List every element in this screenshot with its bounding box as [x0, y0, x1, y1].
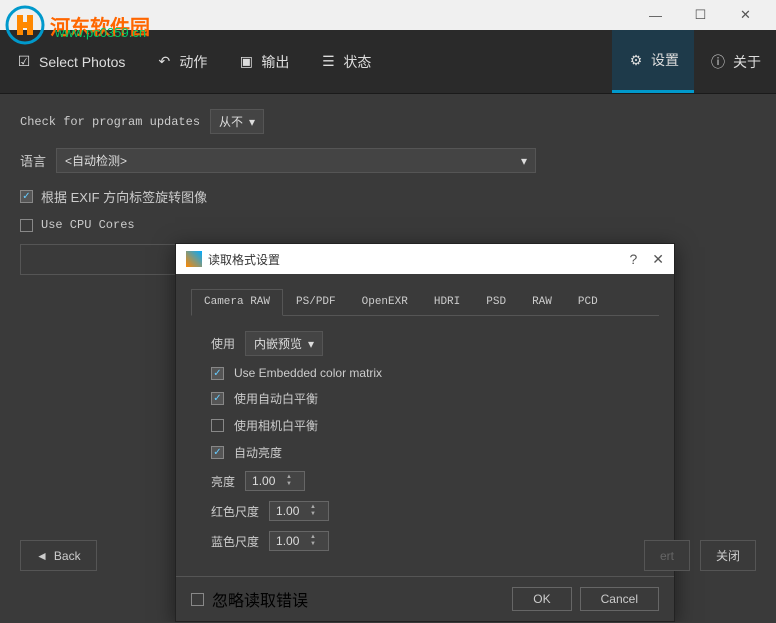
list-icon: ☰	[319, 53, 337, 71]
format-tabs: Camera RAW PS/PDF OpenEXR HDRI PSD RAW P…	[191, 289, 659, 316]
dialog-help-button[interactable]: ?	[629, 251, 637, 268]
tab-ps-pdf[interactable]: PS/PDF	[283, 289, 349, 315]
tab-label: 关于	[733, 52, 761, 72]
tab-hdri[interactable]: HDRI	[421, 289, 473, 315]
tab-camera-raw[interactable]: Camera RAW	[191, 289, 283, 316]
maximize-button[interactable]: ☐	[678, 0, 723, 30]
convert-button[interactable]: ert	[644, 540, 690, 571]
tab-status[interactable]: ☰ 状态	[304, 30, 386, 93]
gear-icon: ⚙	[627, 51, 645, 69]
close-app-button[interactable]: 关闭	[700, 540, 756, 571]
dialog-title: 读取格式设置	[208, 251, 280, 268]
undo-icon: ↶	[155, 53, 173, 71]
tab-label: 输出	[261, 52, 289, 72]
spinner-down-icon[interactable]: ▼	[286, 481, 298, 488]
rotate-exif-checkbox[interactable]	[20, 190, 33, 203]
spinner-value: 1.00	[276, 504, 299, 518]
ignore-errors-label: 忽略读取错误	[212, 587, 308, 611]
tab-pcd[interactable]: PCD	[565, 289, 611, 315]
bottom-bar: ◄ Back ert 关闭	[20, 540, 756, 571]
ok-button[interactable]: OK	[512, 587, 571, 611]
brightness-label: 亮度	[211, 473, 235, 490]
use-label: 使用	[211, 335, 235, 352]
chevron-down-icon: ▾	[308, 337, 314, 351]
rotate-exif-label: 根据 EXIF 方向标签旋转图像	[41, 187, 207, 206]
red-scale-spinner[interactable]: 1.00 ▲▼	[269, 501, 329, 521]
check-updates-dropdown[interactable]: 从不 ▾	[210, 109, 264, 134]
chevron-down-icon: ▾	[249, 115, 255, 129]
checkbox-icon: ☑	[15, 53, 33, 71]
tab-settings[interactable]: ⚙ 设置	[612, 30, 694, 93]
back-button[interactable]: ◄ Back	[20, 540, 97, 571]
spinner-value: 1.00	[252, 474, 275, 488]
arrow-left-icon: ◄	[36, 549, 48, 563]
cpu-cores-label: Use CPU Cores	[41, 218, 135, 232]
info-icon: ⓘ	[709, 53, 727, 71]
dropdown-value: 内嵌预览	[254, 335, 302, 352]
language-dropdown[interactable]: <自动检测> ▾	[56, 148, 536, 173]
language-label: 语言	[20, 151, 46, 170]
auto-wb-label: 使用自动白平衡	[234, 390, 318, 407]
ignore-errors-checkbox[interactable]	[191, 593, 204, 606]
tab-about[interactable]: ⓘ 关于	[694, 30, 776, 93]
embedded-color-checkbox[interactable]	[211, 367, 224, 380]
tab-select-photos[interactable]: ☑ Select Photos	[0, 30, 140, 93]
tab-label: 设置	[651, 50, 679, 70]
dialog-close-button[interactable]: ✕	[652, 251, 664, 268]
main-toolbar: ☑ Select Photos ↶ 动作 ▣ 输出 ☰ 状态 ⚙ 设置 ⓘ 关于	[0, 30, 776, 94]
cancel-button[interactable]: Cancel	[580, 587, 659, 611]
tab-label: 状态	[343, 52, 371, 72]
tab-action[interactable]: ↶ 动作	[140, 30, 222, 93]
use-dropdown[interactable]: 内嵌预览 ▾	[245, 331, 323, 356]
window-titlebar: — ☐ ✕	[0, 0, 776, 30]
spinner-down-icon[interactable]: ▼	[310, 511, 322, 518]
auto-brightness-label: 自动亮度	[234, 444, 282, 461]
dropdown-value: 从不	[219, 113, 243, 130]
arrow-right-icon: ▣	[237, 53, 255, 71]
auto-brightness-checkbox[interactable]	[211, 446, 224, 459]
tab-label: Select Photos	[39, 54, 125, 70]
dialog-icon	[186, 251, 202, 267]
dialog-titlebar: 读取格式设置 ? ✕	[176, 244, 674, 274]
tab-output[interactable]: ▣ 输出	[222, 30, 304, 93]
minimize-button[interactable]: —	[633, 0, 678, 30]
back-label: Back	[54, 549, 81, 563]
tab-raw[interactable]: RAW	[519, 289, 565, 315]
auto-wb-checkbox[interactable]	[211, 392, 224, 405]
close-button[interactable]: ✕	[723, 0, 768, 30]
camera-wb-checkbox[interactable]	[211, 419, 224, 432]
embedded-color-label: Use Embedded color matrix	[234, 366, 382, 380]
tab-openexr[interactable]: OpenEXR	[349, 289, 421, 315]
dropdown-value: <自动检测>	[65, 152, 127, 169]
tab-label: 动作	[179, 52, 207, 72]
tab-psd[interactable]: PSD	[473, 289, 519, 315]
check-updates-label: Check for program updates	[20, 115, 200, 129]
chevron-down-icon: ▾	[521, 154, 527, 168]
spinner-up-icon[interactable]: ▲	[310, 504, 322, 511]
red-scale-label: 红色尺度	[211, 503, 259, 520]
cpu-cores-checkbox[interactable]	[20, 219, 33, 232]
spinner-up-icon[interactable]: ▲	[286, 474, 298, 481]
brightness-spinner[interactable]: 1.00 ▲▼	[245, 471, 305, 491]
camera-wb-label: 使用相机白平衡	[234, 417, 318, 434]
